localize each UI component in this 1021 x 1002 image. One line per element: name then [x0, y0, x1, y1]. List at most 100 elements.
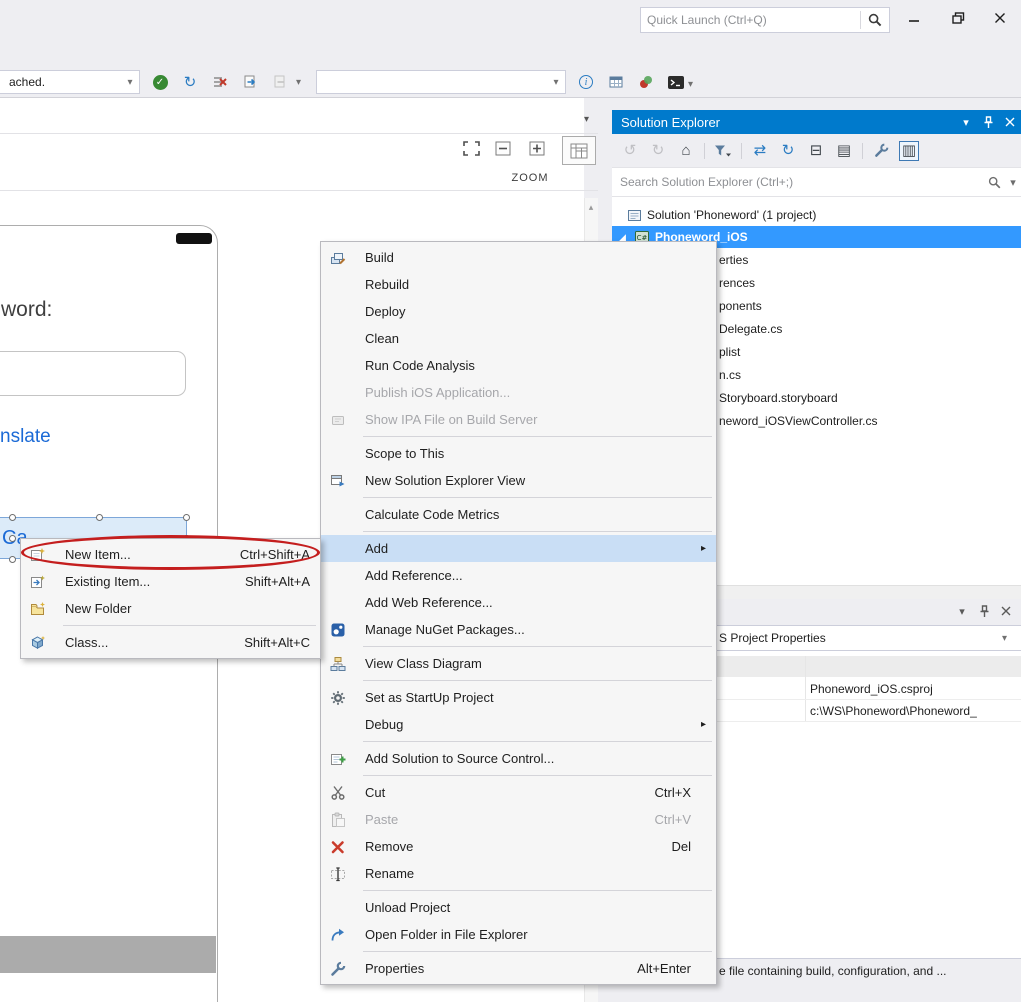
- console-icon[interactable]: [666, 72, 686, 92]
- paste-icon: [321, 812, 355, 828]
- constraints-grid-button[interactable]: [562, 136, 596, 165]
- menu-item-properties[interactable]: PropertiesAlt+Enter: [321, 955, 716, 982]
- menu-item-shortcut: Shift+Alt+C: [244, 635, 310, 650]
- chevron-down-icon[interactable]: ▾: [1002, 633, 1007, 644]
- selection-handle[interactable]: [9, 514, 16, 521]
- home-icon[interactable]: ⌂: [676, 141, 696, 161]
- chevron-down-icon[interactable]: ▾: [955, 112, 977, 132]
- tree-item-fragment[interactable]: rences: [719, 272, 755, 295]
- filter-icon[interactable]: [713, 141, 733, 161]
- start-check-icon[interactable]: ✓: [150, 72, 170, 92]
- close-icon[interactable]: [995, 601, 1017, 621]
- chevron-down-icon[interactable]: ▾: [1005, 172, 1021, 192]
- menu-item-shortcut: Shift+Alt+A: [245, 574, 310, 589]
- zoom-out-icon[interactable]: [495, 141, 511, 156]
- menu-item-cut[interactable]: CutCtrl+X: [321, 779, 716, 806]
- menu-item-scope-to-this[interactable]: Scope to This: [321, 440, 716, 467]
- restore-button[interactable]: [941, 5, 975, 31]
- zoom-in-icon[interactable]: [529, 141, 545, 156]
- menu-item-class[interactable]: Class...Shift+Alt+C: [21, 629, 320, 656]
- divider: [0, 133, 598, 134]
- menu-item-add[interactable]: Add▸: [321, 535, 716, 562]
- import-items-icon[interactable]: [240, 72, 260, 92]
- menu-item-label: Properties: [365, 961, 613, 976]
- chevron-down-icon[interactable]: ▾: [688, 79, 693, 90]
- menu-item-add-reference[interactable]: Add Reference...: [321, 562, 716, 589]
- tree-item-fragment[interactable]: erties: [719, 249, 748, 272]
- property-value[interactable]: c:\WS\Phoneword\Phoneword_: [810, 704, 1015, 718]
- menu-item-debug[interactable]: Debug▸: [321, 711, 716, 738]
- tree-item-fragment[interactable]: n.cs: [719, 364, 741, 387]
- minimize-button[interactable]: [897, 5, 931, 31]
- search-input[interactable]: [612, 175, 983, 189]
- extensions-icon[interactable]: [636, 72, 656, 92]
- selection-handle[interactable]: [183, 514, 190, 521]
- menu-item-deploy[interactable]: Deploy: [321, 298, 716, 325]
- submenu-arrow-icon: ▸: [691, 719, 706, 730]
- clear-items-icon[interactable]: [210, 72, 230, 92]
- tree-item-fragment[interactable]: plist: [719, 341, 740, 364]
- menu-item-open-folder-in-file-explorer[interactable]: Open Folder in File Explorer: [321, 921, 716, 948]
- phoneword-label-fragment[interactable]: word:: [1, 298, 52, 322]
- solution-explorer-header[interactable]: Solution Explorer ▾: [612, 110, 1021, 134]
- pin-icon[interactable]: [977, 112, 999, 132]
- collapse-all-icon[interactable]: ⊟: [806, 141, 826, 161]
- quick-launch-input[interactable]: [641, 13, 860, 27]
- export-items-icon[interactable]: [270, 72, 290, 92]
- fullscreen-icon[interactable]: [463, 141, 480, 156]
- menu-item-remove[interactable]: RemoveDel: [321, 833, 716, 860]
- show-all-files-icon[interactable]: ▤: [834, 141, 854, 161]
- forward-icon[interactable]: ↻: [648, 141, 668, 161]
- menu-item-set-as-startup-project[interactable]: Set as StartUp Project: [321, 684, 716, 711]
- menu-item-build[interactable]: Build: [321, 244, 716, 271]
- search-icon[interactable]: [983, 172, 1005, 192]
- menu-item-clean[interactable]: Clean: [321, 325, 716, 352]
- toolbar-separator: [741, 143, 742, 159]
- properties-icon[interactable]: [871, 141, 891, 161]
- sync-active-icon[interactable]: ⇄: [750, 141, 770, 161]
- close-icon[interactable]: [999, 112, 1021, 132]
- chevron-down-icon[interactable]: ▾: [951, 601, 973, 621]
- tree-item-solution[interactable]: Solution 'Phoneword' (1 project): [612, 204, 1021, 226]
- menu-item-add-web-reference[interactable]: Add Web Reference...: [321, 589, 716, 616]
- menu-item-new-solution-explorer-view[interactable]: New Solution Explorer View: [321, 467, 716, 494]
- scroll-up-icon[interactable]: ▴: [584, 200, 598, 214]
- data-grid-icon[interactable]: [606, 72, 626, 92]
- close-button[interactable]: [983, 5, 1017, 31]
- tree-item-fragment[interactable]: Delegate.cs: [719, 318, 782, 341]
- menu-item-manage-nuget-packages[interactable]: Manage NuGet Packages...: [321, 616, 716, 643]
- zoom-label: ZOOM: [498, 172, 562, 184]
- property-value[interactable]: Phoneword_iOS.csproj: [810, 682, 1015, 696]
- menu-item-add-solution-to-source-control[interactable]: Add Solution to Source Control...: [321, 745, 716, 772]
- refresh-icon[interactable]: ↻: [778, 141, 798, 161]
- device-combo[interactable]: ached. ▾: [0, 70, 140, 94]
- back-icon[interactable]: ↺: [620, 141, 640, 161]
- selection-handle[interactable]: [9, 556, 16, 563]
- menu-item-calculate-code-metrics[interactable]: Calculate Code Metrics: [321, 501, 716, 528]
- menu-item-unload-project[interactable]: Unload Project: [321, 894, 716, 921]
- menu-item-existing-item[interactable]: Existing Item...Shift+Alt+A: [21, 568, 320, 595]
- sync-refresh-icon[interactable]: ↻: [180, 72, 200, 92]
- selection-handle[interactable]: [96, 514, 103, 521]
- properties-object-fragment: S Project Properties: [719, 631, 826, 645]
- toolbar-combo[interactable]: ▾: [316, 70, 566, 94]
- menu-item-new-folder[interactable]: New Folder: [21, 595, 320, 622]
- phone-text-field[interactable]: [0, 351, 186, 396]
- pane-menu-chevron-icon[interactable]: ▾: [584, 114, 589, 125]
- tree-item-fragment[interactable]: Storyboard.storyboard: [719, 387, 838, 410]
- info-icon[interactable]: i: [576, 72, 596, 92]
- selection-handle[interactable]: [9, 535, 16, 542]
- menu-item-rebuild[interactable]: Rebuild: [321, 271, 716, 298]
- divider: [805, 656, 806, 722]
- toolbar-overflow-icon[interactable]: ▾: [296, 77, 301, 88]
- menu-item-rename[interactable]: Rename: [321, 860, 716, 887]
- translate-link-fragment[interactable]: nslate: [0, 426, 51, 448]
- search-icon[interactable]: [861, 13, 889, 27]
- preview-items-icon[interactable]: ▥: [899, 141, 919, 161]
- menu-item-view-class-diagram[interactable]: View Class Diagram: [321, 650, 716, 677]
- pin-icon[interactable]: [973, 601, 995, 621]
- tree-item-fragment[interactable]: neword_iOSViewController.cs: [719, 410, 878, 433]
- menu-item-run-code-analysis[interactable]: Run Code Analysis: [321, 352, 716, 379]
- tree-item-fragment[interactable]: ponents: [719, 295, 762, 318]
- class-icon: [21, 635, 55, 651]
